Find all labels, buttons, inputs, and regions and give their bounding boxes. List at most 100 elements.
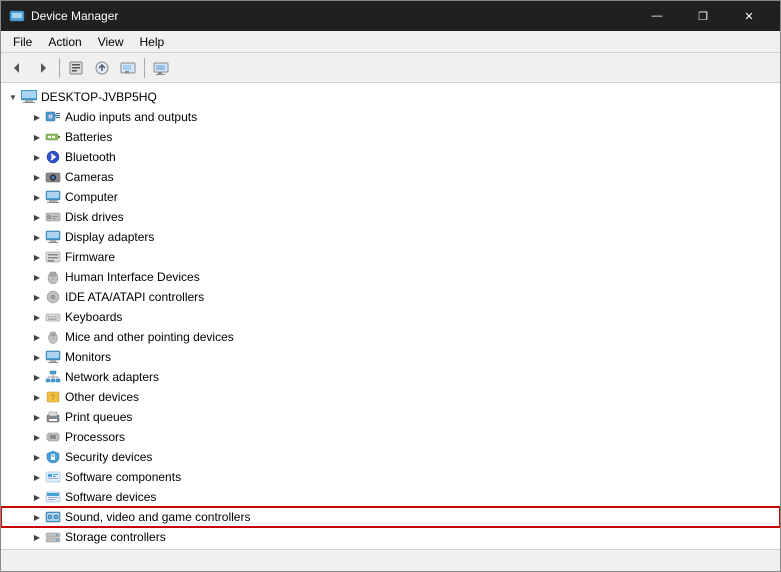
tree-item-display[interactable]: ▶ Display adapters bbox=[1, 227, 780, 247]
processors-expand-icon[interactable]: ▶ bbox=[29, 429, 45, 445]
desktop-icon bbox=[21, 89, 37, 105]
menu-file[interactable]: File bbox=[5, 33, 40, 51]
properties-button[interactable] bbox=[64, 56, 88, 80]
other-expand-icon[interactable]: ▶ bbox=[29, 389, 45, 405]
firmware-expand-icon[interactable]: ▶ bbox=[29, 249, 45, 265]
other-label: Other devices bbox=[65, 390, 139, 404]
tree-item-sound[interactable]: ▶ Sound, video and game controllers bbox=[1, 507, 780, 527]
toolbar-separator-1 bbox=[59, 58, 60, 78]
tree-view[interactable]: ▼ DESKTOP-JVBP5HQ ▶ bbox=[1, 83, 780, 549]
tree-item-storage[interactable]: ▶ Storage controllers bbox=[1, 527, 780, 547]
tree-item-audio[interactable]: ▶ Audio inputs and outputs bbox=[1, 107, 780, 127]
audio-expand-icon[interactable]: ▶ bbox=[29, 109, 45, 125]
root-expand-icon[interactable]: ▼ bbox=[5, 89, 21, 105]
tree-item-cameras[interactable]: ▶ Cameras bbox=[1, 167, 780, 187]
tree-item-computer[interactable]: ▶ Computer bbox=[1, 187, 780, 207]
back-button[interactable] bbox=[5, 56, 29, 80]
sound-expand-icon[interactable]: ▶ bbox=[29, 509, 45, 525]
sound-label: Sound, video and game controllers bbox=[65, 510, 250, 524]
swcomp-icon bbox=[45, 469, 61, 485]
tree-item-bluetooth[interactable]: ▶ Bluetooth bbox=[1, 147, 780, 167]
tree-item-hid[interactable]: ▶ Human Interface Devices bbox=[1, 267, 780, 287]
disk-expand-icon[interactable]: ▶ bbox=[29, 209, 45, 225]
monitors-expand-icon[interactable]: ▶ bbox=[29, 349, 45, 365]
batteries-expand-icon[interactable]: ▶ bbox=[29, 129, 45, 145]
print-expand-icon[interactable]: ▶ bbox=[29, 409, 45, 425]
swcomp-expand-icon[interactable]: ▶ bbox=[29, 469, 45, 485]
tree-item-monitors[interactable]: ▶ Monitors bbox=[1, 347, 780, 367]
security-icon bbox=[45, 449, 61, 465]
keyboards-expand-icon[interactable]: ▶ bbox=[29, 309, 45, 325]
print-label: Print queues bbox=[65, 410, 132, 424]
bluetooth-label: Bluetooth bbox=[65, 150, 116, 164]
ide-expand-icon[interactable]: ▶ bbox=[29, 289, 45, 305]
tree-item-disk[interactable]: ▶ Disk drives bbox=[1, 207, 780, 227]
tree-item-other[interactable]: ▶ ? Other devices bbox=[1, 387, 780, 407]
minimize-button[interactable]: — bbox=[634, 1, 680, 31]
audio-icon bbox=[45, 109, 61, 125]
tree-item-processors[interactable]: ▶ Processors bbox=[1, 427, 780, 447]
display-expand-icon[interactable]: ▶ bbox=[29, 229, 45, 245]
disk-label: Disk drives bbox=[65, 210, 124, 224]
network-icon bbox=[45, 369, 61, 385]
disk-icon bbox=[45, 209, 61, 225]
swcomp-label: Software components bbox=[65, 470, 181, 484]
swdev-label: Software devices bbox=[65, 490, 156, 504]
tree-item-swdev[interactable]: ▶ Software devices bbox=[1, 487, 780, 507]
storage-icon bbox=[45, 529, 61, 545]
menu-view[interactable]: View bbox=[90, 33, 132, 51]
print-icon bbox=[45, 409, 61, 425]
show-all-devices-button[interactable] bbox=[149, 56, 173, 80]
security-expand-icon[interactable]: ▶ bbox=[29, 449, 45, 465]
tree-item-keyboards[interactable]: ▶ Keyboards bbox=[1, 307, 780, 327]
menu-help[interactable]: Help bbox=[132, 33, 173, 51]
swdev-expand-icon[interactable]: ▶ bbox=[29, 489, 45, 505]
root-label: DESKTOP-JVBP5HQ bbox=[41, 90, 157, 104]
display-icon bbox=[45, 229, 61, 245]
network-expand-icon[interactable]: ▶ bbox=[29, 369, 45, 385]
window-controls: — ❐ ✕ bbox=[634, 1, 772, 31]
tree-item-firmware[interactable]: ▶ Firmware bbox=[1, 247, 780, 267]
close-button[interactable]: ✕ bbox=[726, 1, 772, 31]
tree-item-swcomp[interactable]: ▶ Software components bbox=[1, 467, 780, 487]
tree-item-ide[interactable]: ▶ IDE ATA/ATAPI controllers bbox=[1, 287, 780, 307]
security-label: Security devices bbox=[65, 450, 152, 464]
audio-label: Audio inputs and outputs bbox=[65, 110, 197, 124]
mice-icon bbox=[45, 329, 61, 345]
ide-label: IDE ATA/ATAPI controllers bbox=[65, 290, 204, 304]
keyboards-icon bbox=[45, 309, 61, 325]
processors-icon bbox=[45, 429, 61, 445]
swdev-icon bbox=[45, 489, 61, 505]
scan-hardware-button[interactable] bbox=[116, 56, 140, 80]
menu-action[interactable]: Action bbox=[40, 33, 89, 51]
computer-expand-icon[interactable]: ▶ bbox=[29, 189, 45, 205]
cameras-icon bbox=[45, 169, 61, 185]
bluetooth-icon bbox=[45, 149, 61, 165]
maximize-button[interactable]: ❐ bbox=[680, 1, 726, 31]
bluetooth-expand-icon[interactable]: ▶ bbox=[29, 149, 45, 165]
window-title: Device Manager bbox=[31, 9, 634, 23]
tree-item-print[interactable]: ▶ Print queues bbox=[1, 407, 780, 427]
hid-icon bbox=[45, 269, 61, 285]
forward-button[interactable] bbox=[31, 56, 55, 80]
sound-icon bbox=[45, 509, 61, 525]
tree-item-batteries[interactable]: ▶ Batteries bbox=[1, 127, 780, 147]
other-icon: ? bbox=[45, 389, 61, 405]
update-driver-button[interactable] bbox=[90, 56, 114, 80]
computer-tree-icon bbox=[45, 189, 61, 205]
network-label: Network adapters bbox=[65, 370, 159, 384]
hid-expand-icon[interactable]: ▶ bbox=[29, 269, 45, 285]
tree-item-mice[interactable]: ▶ Mice and other pointing devices bbox=[1, 327, 780, 347]
keyboards-label: Keyboards bbox=[65, 310, 122, 324]
tree-item-network[interactable]: ▶ Network adapters bbox=[1, 367, 780, 387]
monitors-icon bbox=[45, 349, 61, 365]
tree-root-item[interactable]: ▼ DESKTOP-JVBP5HQ bbox=[1, 87, 780, 107]
storage-label: Storage controllers bbox=[65, 530, 166, 544]
storage-expand-icon[interactable]: ▶ bbox=[29, 529, 45, 545]
cameras-expand-icon[interactable]: ▶ bbox=[29, 169, 45, 185]
mice-expand-icon[interactable]: ▶ bbox=[29, 329, 45, 345]
ide-icon bbox=[45, 289, 61, 305]
cameras-label: Cameras bbox=[65, 170, 114, 184]
monitors-label: Monitors bbox=[65, 350, 111, 364]
tree-item-security[interactable]: ▶ Security devices bbox=[1, 447, 780, 467]
